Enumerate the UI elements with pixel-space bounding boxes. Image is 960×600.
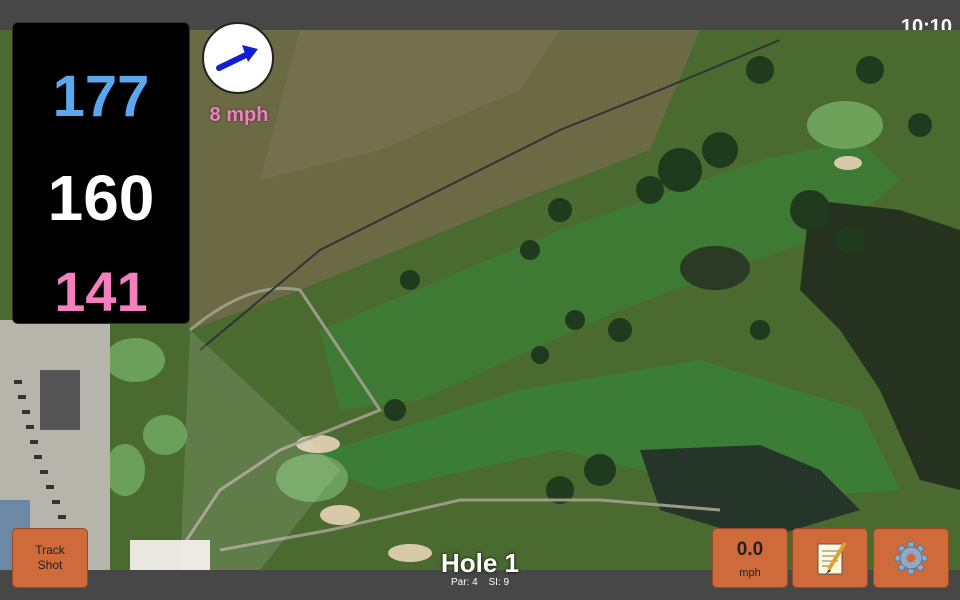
yardage-panel: 177 160 141 — [12, 22, 190, 324]
arrow-right-icon — [216, 45, 258, 71]
notepad-icon — [817, 541, 847, 575]
speed-value: 0.0 — [736, 539, 764, 560]
wind-speed: 8 mph — [209, 104, 269, 126]
notes-button[interactable] — [792, 528, 868, 588]
speed-unit: mph — [739, 567, 761, 579]
gear-icon — [894, 541, 928, 575]
track-shot-button[interactable]: Track Shot — [12, 528, 88, 588]
hole-title: Hole 1 — [440, 548, 520, 578]
back-distance: 177 — [52, 64, 150, 129]
speed-button[interactable]: 0.0 mph — [712, 528, 788, 588]
front-distance: 141 — [54, 260, 148, 323]
middle-distance: 160 — [47, 162, 155, 234]
settings-button[interactable] — [873, 528, 949, 588]
wind-indicator — [202, 22, 274, 94]
hole-stroke-index: SI: 9 — [488, 577, 510, 588]
hole-info: Par: 4 SI: 9 — [380, 577, 580, 588]
hole-par: Par: 4 — [450, 577, 478, 588]
